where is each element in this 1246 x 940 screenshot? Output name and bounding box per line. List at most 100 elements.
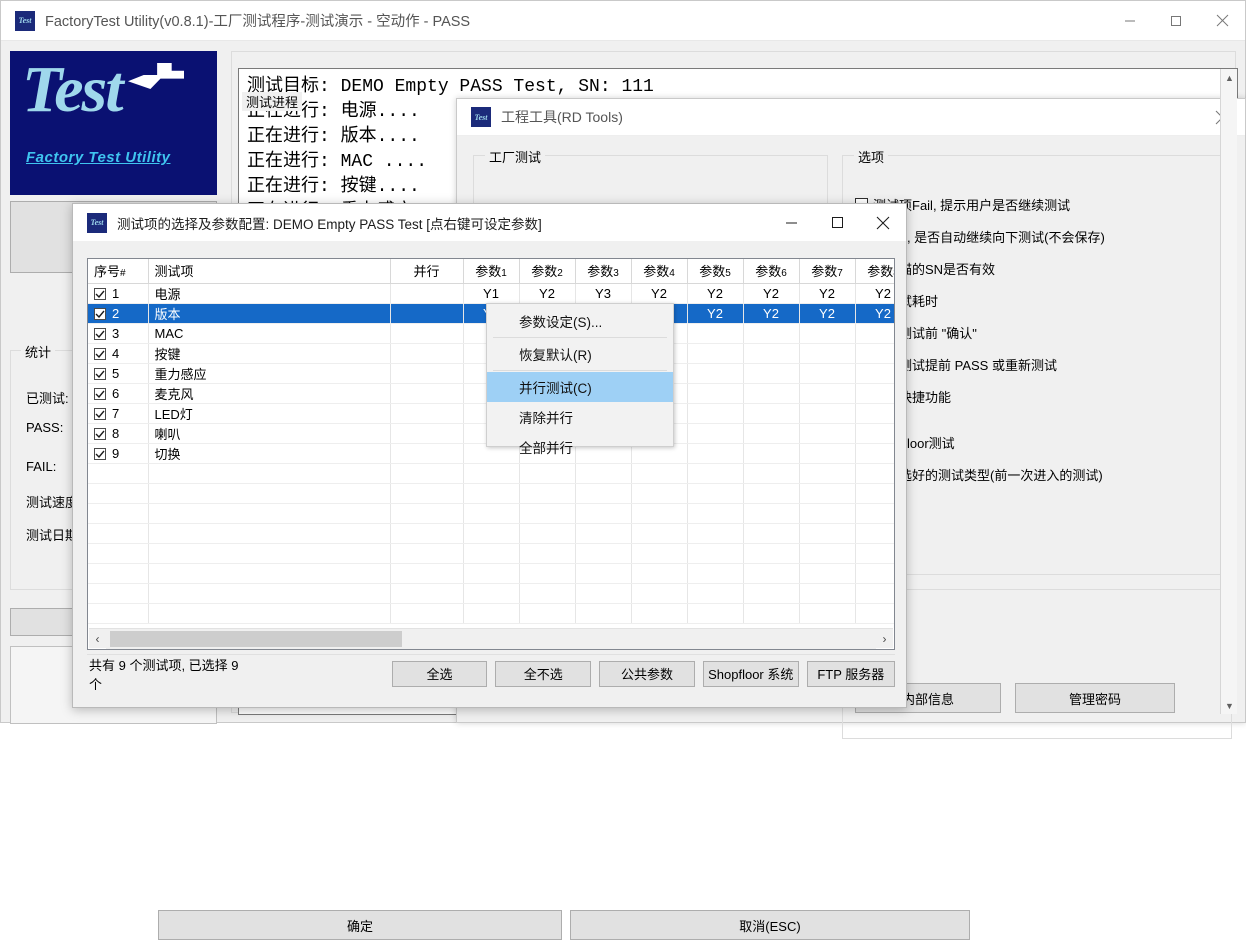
param-cell[interactable]: [855, 423, 894, 444]
select-none-button[interactable]: 全不选: [495, 660, 592, 687]
row-checkbox-icon[interactable]: [94, 327, 106, 340]
param-cell[interactable]: Y2: [687, 303, 744, 324]
row-index-cell[interactable]: 2: [88, 303, 149, 324]
param-cell[interactable]: [799, 323, 856, 344]
parallel-cell[interactable]: [390, 443, 464, 464]
row-index-cell[interactable]: 3: [88, 323, 149, 344]
ok-button[interactable]: 确定: [158, 910, 562, 940]
scrollbar-track[interactable]: [106, 628, 876, 649]
column-header[interactable]: 参数7: [799, 259, 856, 284]
param-cell[interactable]: [799, 403, 856, 424]
ftp-server-button[interactable]: FTP 服务器: [806, 660, 895, 687]
param-cell[interactable]: [687, 363, 744, 384]
row-checkbox-icon[interactable]: [94, 387, 106, 400]
common-params-button[interactable]: 公共参数: [599, 660, 695, 687]
parallel-cell[interactable]: [390, 283, 464, 304]
table-horizontal-scrollbar[interactable]: ‹ ›: [89, 628, 893, 649]
param-cell[interactable]: [743, 363, 800, 384]
row-checkbox-icon[interactable]: [94, 427, 106, 440]
row-index-cell[interactable]: 5: [88, 363, 149, 384]
row-index-cell[interactable]: 9: [88, 443, 149, 464]
parallel-cell[interactable]: [390, 323, 464, 344]
parallel-cell[interactable]: [390, 363, 464, 384]
param-cell[interactable]: Y2: [743, 303, 800, 324]
param-cell[interactable]: [687, 443, 744, 464]
test-item-name-cell[interactable]: 麦克风: [148, 383, 391, 404]
test-item-name-cell[interactable]: 电源: [148, 283, 391, 304]
context-menu-item[interactable]: 清除并行: [487, 402, 673, 432]
param-cell[interactable]: [743, 383, 800, 404]
scroll-up-icon[interactable]: ▲: [1221, 69, 1238, 86]
parallel-cell[interactable]: [390, 343, 464, 364]
param-cell[interactable]: [855, 383, 894, 404]
param-cell[interactable]: Y2: [687, 283, 744, 304]
param-cell[interactable]: Y1: [463, 283, 520, 304]
row-index-cell[interactable]: 6: [88, 383, 149, 404]
param-cell[interactable]: [743, 343, 800, 364]
row-index-cell[interactable]: 8: [88, 423, 149, 444]
column-header[interactable]: 参数2: [519, 259, 576, 284]
column-header[interactable]: 参数4: [631, 259, 688, 284]
column-header[interactable]: 参数6: [743, 259, 800, 284]
maximize-icon[interactable]: [1153, 1, 1199, 41]
select-all-button[interactable]: 全选: [391, 660, 488, 687]
param-cell[interactable]: Y2: [799, 303, 856, 324]
row-checkbox-icon[interactable]: [94, 407, 106, 420]
table-empty-row[interactable]: [88, 463, 894, 484]
column-header[interactable]: 序号#: [88, 259, 149, 284]
param-cell[interactable]: [687, 343, 744, 364]
test-progress-scrollbar[interactable]: ▲ ▼: [1220, 69, 1237, 714]
test-item-name-cell[interactable]: 按键: [148, 343, 391, 364]
param-cell[interactable]: Y2: [855, 303, 894, 324]
row-checkbox-icon[interactable]: [94, 347, 106, 360]
param-cell[interactable]: [743, 323, 800, 344]
table-empty-row[interactable]: [88, 523, 894, 544]
param-cell[interactable]: [799, 423, 856, 444]
row-index-cell[interactable]: 1: [88, 283, 149, 304]
context-menu-item[interactable]: 恢复默认(R): [487, 339, 673, 369]
row-index-cell[interactable]: 7: [88, 403, 149, 424]
param-cell[interactable]: [687, 423, 744, 444]
column-header[interactable]: 参数3: [575, 259, 632, 284]
test-item-name-cell[interactable]: 切换: [148, 443, 391, 464]
param-cell[interactable]: [855, 343, 894, 364]
scroll-right-icon[interactable]: ›: [876, 632, 893, 646]
table-row[interactable]: 1 电源 Y1 Y2 Y3 Y2 Y2 Y2 Y2 Y2: [88, 283, 894, 304]
row-checkbox-icon[interactable]: [94, 287, 106, 300]
table-empty-row[interactable]: [88, 543, 894, 564]
close-icon[interactable]: [1199, 1, 1245, 41]
param-cell[interactable]: Y2: [855, 283, 894, 304]
param-cell[interactable]: [799, 383, 856, 404]
context-menu-item[interactable]: 全部并行: [487, 432, 673, 462]
shopfloor-system-button[interactable]: Shopfloor 系统: [702, 660, 799, 687]
param-cell[interactable]: Y2: [799, 283, 856, 304]
row-index-cell[interactable]: 4: [88, 343, 149, 364]
dialog-minimize-icon[interactable]: [768, 204, 814, 241]
table-context-menu[interactable]: 参数设定(S)... 恢复默认(R) 并行测试(C) 清除并行 全部并行: [486, 303, 674, 456]
test-item-name-cell[interactable]: 版本: [148, 303, 391, 324]
table-empty-row[interactable]: [88, 583, 894, 604]
dialog-close-icon[interactable]: [860, 204, 906, 241]
test-item-name-cell[interactable]: MAC: [148, 323, 391, 344]
param-cell[interactable]: [743, 423, 800, 444]
context-menu-item[interactable]: 并行测试(C): [487, 372, 673, 402]
parallel-cell[interactable]: [390, 383, 464, 404]
param-cell[interactable]: Y2: [519, 283, 576, 304]
scroll-down-icon[interactable]: ▼: [1221, 697, 1238, 714]
row-checkbox-icon[interactable]: [94, 367, 106, 380]
column-header[interactable]: 参数8: [855, 259, 894, 284]
param-cell[interactable]: [799, 443, 856, 464]
param-cell[interactable]: [687, 323, 744, 344]
param-cell[interactable]: Y2: [743, 283, 800, 304]
parallel-cell[interactable]: [390, 403, 464, 424]
column-header[interactable]: 参数1: [463, 259, 520, 284]
context-menu-item[interactable]: 参数设定(S)...: [487, 306, 673, 336]
param-cell[interactable]: [855, 363, 894, 384]
column-header[interactable]: 参数5: [687, 259, 744, 284]
param-cell[interactable]: Y3: [575, 283, 632, 304]
cancel-button[interactable]: 取消(ESC): [570, 910, 970, 940]
column-header[interactable]: 并行: [390, 259, 464, 284]
param-cell[interactable]: [687, 383, 744, 404]
row-checkbox-icon[interactable]: [94, 307, 106, 320]
scrollbar-thumb[interactable]: [110, 630, 402, 647]
